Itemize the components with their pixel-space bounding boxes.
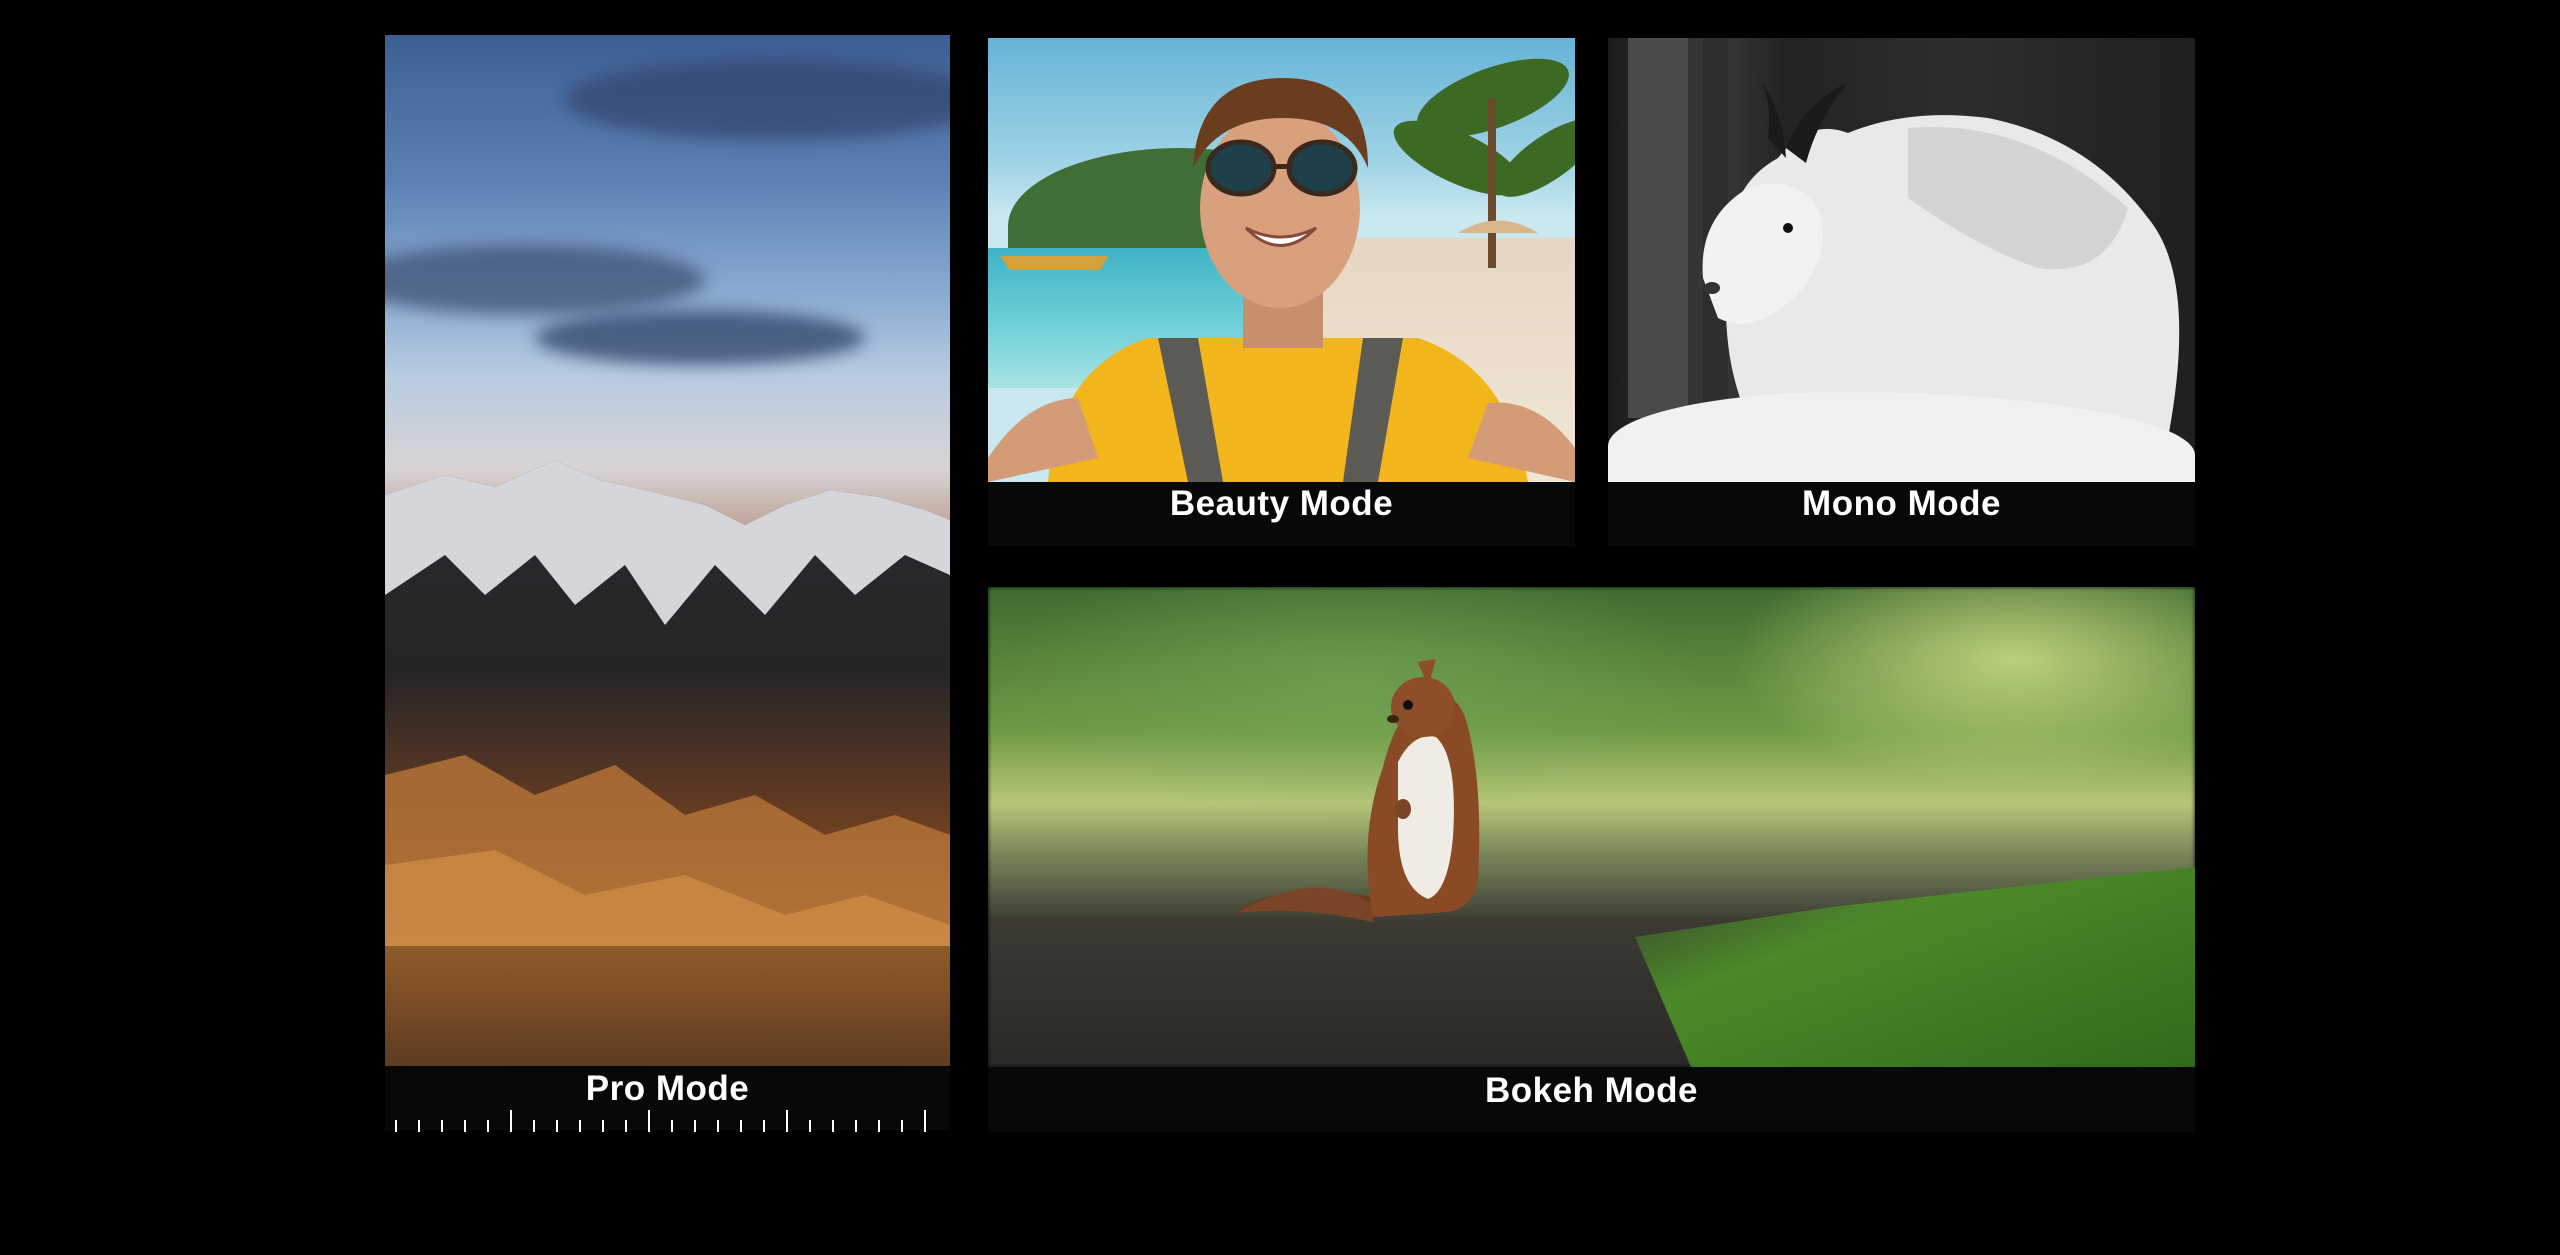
- mono-mode-label: Mono Mode: [1802, 484, 2001, 523]
- ruler-scale: [395, 1110, 926, 1132]
- mono-mode-card[interactable]: Mono Mode: [1608, 38, 2195, 546]
- pro-mode-label: Pro Mode: [585, 1069, 750, 1108]
- bokeh-mode-label: Bokeh Mode: [1484, 1071, 1699, 1110]
- pro-mode-card[interactable]: Pro Mode: [385, 35, 950, 1130]
- beauty-mode-card[interactable]: Beauty Mode: [988, 38, 1575, 546]
- bokeh-mode-photo: [988, 587, 2195, 1067]
- beauty-mode-photo: [988, 38, 1575, 482]
- camera-modes-showcase: Pro Mode Beauty Mode Mono Mode Bokeh Mod…: [0, 0, 2560, 1255]
- pro-mode-photo: [385, 35, 950, 1066]
- bokeh-mode-card[interactable]: Bokeh Mode: [988, 587, 2195, 1132]
- beauty-mode-label: Beauty Mode: [1169, 484, 1394, 523]
- mono-mode-photo: [1608, 38, 2195, 482]
